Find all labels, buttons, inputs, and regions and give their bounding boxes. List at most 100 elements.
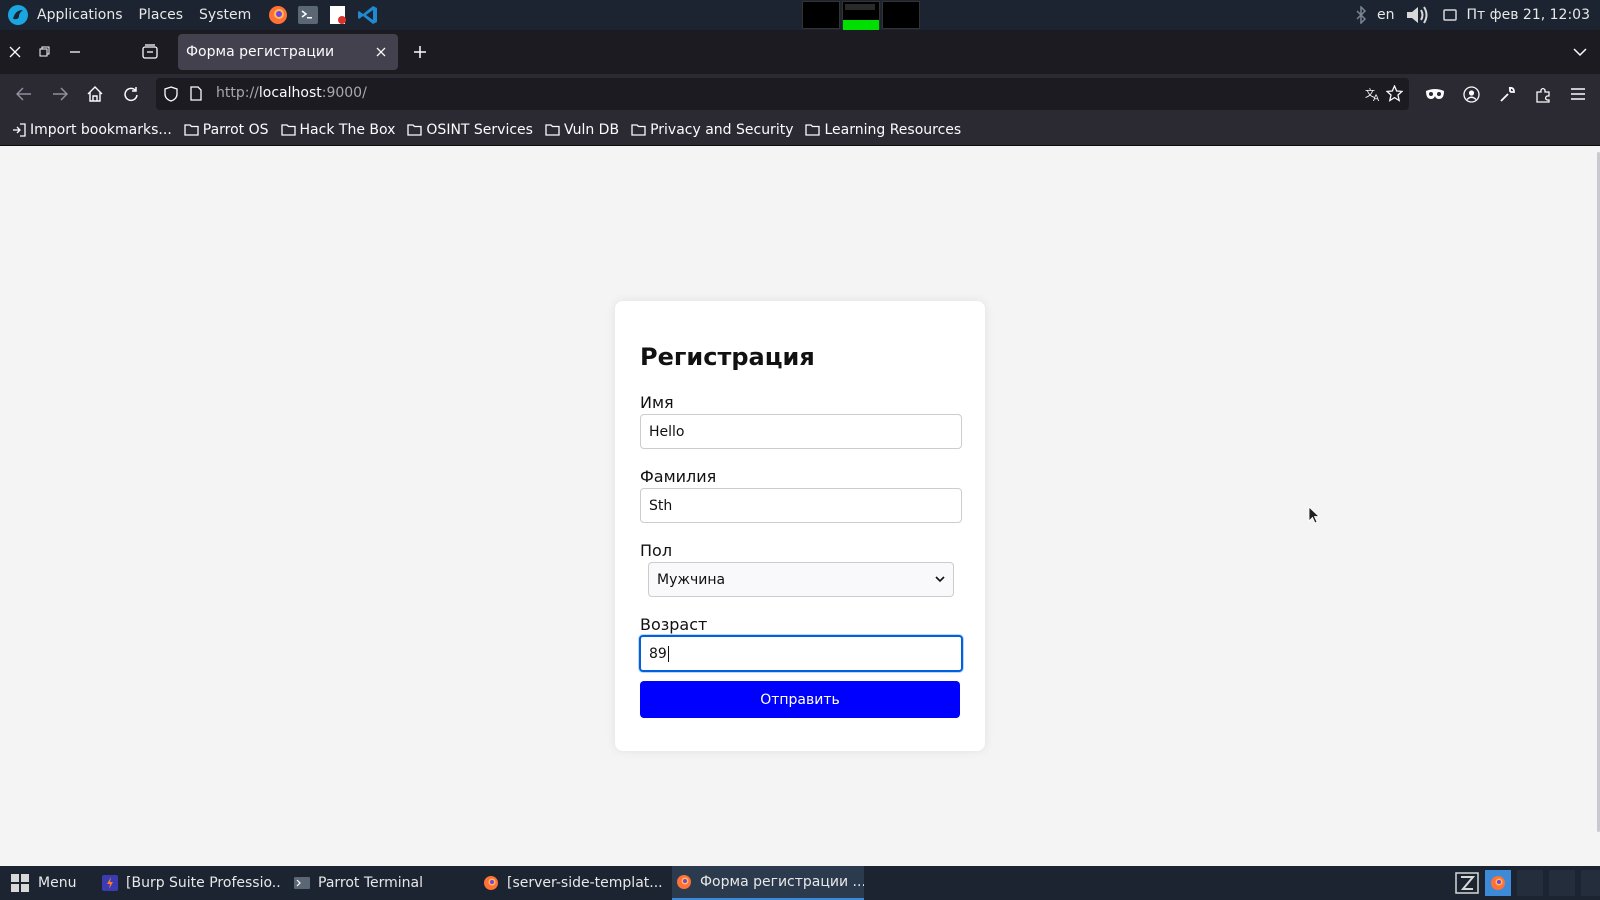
bookmark-label: Import bookmarks... xyxy=(30,121,172,138)
tray-slot-empty[interactable] xyxy=(1581,870,1600,896)
folder-icon xyxy=(280,124,296,136)
back-button[interactable] xyxy=(9,79,39,109)
arrow-right-icon xyxy=(53,87,68,101)
list-all-tabs-button[interactable] xyxy=(1565,37,1595,67)
import-icon xyxy=(13,122,26,137)
age-input[interactable]: 89 xyxy=(639,635,963,672)
last-name-label: Фамилия xyxy=(640,467,717,486)
bluetooth-icon[interactable] xyxy=(1355,6,1367,24)
volume-icon[interactable] xyxy=(1405,4,1433,26)
hamburger-icon xyxy=(1571,88,1585,100)
web-page-content: Регистрация Имя Hello Фамилия Sth Пол Му… xyxy=(0,146,1600,866)
bookmark-star-icon[interactable] xyxy=(1386,85,1403,102)
vscode-launcher-icon[interactable] xyxy=(357,4,379,26)
arrow-left-icon xyxy=(16,87,31,101)
notification-icon[interactable] xyxy=(1442,9,1457,21)
first-name-label: Имя xyxy=(640,393,674,412)
last-name-value: Sth xyxy=(649,497,673,514)
bookmark-label: Hack The Box xyxy=(299,121,396,138)
tab-title: Форма регистрации xyxy=(186,44,335,60)
task-firefox-ssti[interactable]: [server-side-templat... xyxy=(483,866,663,900)
gender-select[interactable]: Мужчина xyxy=(648,562,954,597)
submit-button[interactable]: Отправить xyxy=(640,681,960,718)
workspace-1[interactable] xyxy=(802,1,840,29)
firefox-launcher-icon[interactable] xyxy=(267,4,289,26)
workspace-3[interactable] xyxy=(882,1,920,29)
url-text[interactable]: http://localhost:9000/ xyxy=(216,85,367,101)
puzzle-icon xyxy=(1535,87,1550,103)
start-menu-button[interactable]: Menu xyxy=(10,866,90,900)
task-label: [Burp Suite Professio... xyxy=(126,875,282,891)
bookmark-import[interactable]: Import bookmarks... xyxy=(12,122,172,138)
window-restore-button[interactable] xyxy=(30,37,60,67)
tray-slot-empty[interactable] xyxy=(1549,870,1575,896)
devtools-button[interactable] xyxy=(1492,79,1522,109)
translate-icon[interactable]: 文A xyxy=(1365,86,1381,102)
url-host: localhost xyxy=(258,85,322,101)
show-firefox-tray-button[interactable] xyxy=(1485,870,1511,896)
parrot-logo-icon[interactable] xyxy=(7,4,29,26)
wrench-icon xyxy=(1499,86,1515,102)
app-menu-button[interactable] xyxy=(1563,79,1593,109)
places-menu[interactable]: Places xyxy=(131,7,192,23)
window-close-button[interactable] xyxy=(0,37,30,67)
bookmark-folder-vuln-db[interactable]: Vuln DB xyxy=(545,122,619,138)
url-scheme: http:// xyxy=(216,85,259,101)
task-firefox-registration[interactable]: Форма регистрации ... xyxy=(672,866,864,900)
firefox-icon xyxy=(484,876,498,890)
registration-form-card: Регистрация Имя Hello Фамилия Sth Пол Му… xyxy=(615,301,985,751)
forward-button[interactable] xyxy=(45,79,75,109)
page-info-icon[interactable] xyxy=(190,86,202,101)
workspace-2[interactable] xyxy=(842,1,880,32)
taskbar-tray xyxy=(1455,870,1600,896)
close-icon xyxy=(376,47,386,57)
bookmark-folder-privacy-security[interactable]: Privacy and Security xyxy=(631,122,793,138)
home-icon xyxy=(87,86,103,102)
workspace-switcher[interactable] xyxy=(802,1,920,32)
first-name-input[interactable]: Hello xyxy=(640,414,962,449)
keyboard-layout[interactable]: en xyxy=(1377,7,1395,23)
system-tray: en Пт фев 21, 12:03 xyxy=(1355,0,1590,30)
task-parrot-terminal[interactable]: Parrot Terminal xyxy=(294,866,464,900)
workspace-grid-icon[interactable] xyxy=(1455,872,1479,894)
account-button[interactable] xyxy=(1456,79,1486,109)
last-name-input[interactable]: Sth xyxy=(640,488,962,523)
system-menu[interactable]: System xyxy=(191,7,259,23)
private-mask-button[interactable] xyxy=(1420,79,1450,109)
menu-label: Menu xyxy=(38,875,77,891)
tab-close-button[interactable] xyxy=(372,43,390,61)
new-tab-button[interactable] xyxy=(405,37,435,67)
home-button[interactable] xyxy=(80,79,110,109)
page-scrollbar[interactable] xyxy=(1596,146,1600,866)
task-burp-suite[interactable]: [Burp Suite Professio... xyxy=(102,866,282,900)
bookmark-folder-parrot-os[interactable]: Parrot OS xyxy=(184,122,269,138)
applications-menu[interactable]: Applications xyxy=(29,7,131,23)
window-minimize-button[interactable] xyxy=(60,37,90,67)
bookmark-folder-hack-the-box[interactable]: Hack The Box xyxy=(280,121,396,138)
bookmark-folder-osint-services[interactable]: OSINT Services xyxy=(407,122,533,138)
reload-button[interactable] xyxy=(116,79,146,109)
restore-icon xyxy=(39,46,50,57)
tab-registration-form[interactable]: Форма регистрации xyxy=(178,34,398,70)
terminal-launcher-icon[interactable] xyxy=(297,4,319,26)
firefox-view-icon xyxy=(142,44,158,59)
tracking-protection-shield-icon[interactable] xyxy=(164,86,178,102)
address-bar[interactable]: http://localhost:9000/ 文A xyxy=(156,78,1409,110)
burp-suite-icon xyxy=(102,875,118,891)
folder-icon xyxy=(407,124,423,136)
bookmark-folder-learning-resources[interactable]: Learning Resources xyxy=(805,122,961,138)
tray-slot-empty[interactable] xyxy=(1517,870,1543,896)
gender-label: Пол xyxy=(640,541,673,560)
extensions-button[interactable] xyxy=(1528,79,1558,109)
bookmark-label: OSINT Services xyxy=(426,121,533,138)
system-top-panel: Applications Places System en Пт фев 21,… xyxy=(0,0,1600,32)
firefox-view-button[interactable] xyxy=(135,37,165,67)
clock[interactable]: Пт фев 21, 12:03 xyxy=(1467,7,1590,23)
mouse-pointer-icon xyxy=(1308,506,1320,524)
minimize-icon xyxy=(70,51,80,53)
text-editor-launcher-icon[interactable] xyxy=(327,4,349,26)
folder-icon xyxy=(184,124,199,136)
bookmark-label: Parrot OS xyxy=(202,121,269,138)
firefox-icon xyxy=(677,875,691,889)
terminal-icon xyxy=(294,877,310,889)
